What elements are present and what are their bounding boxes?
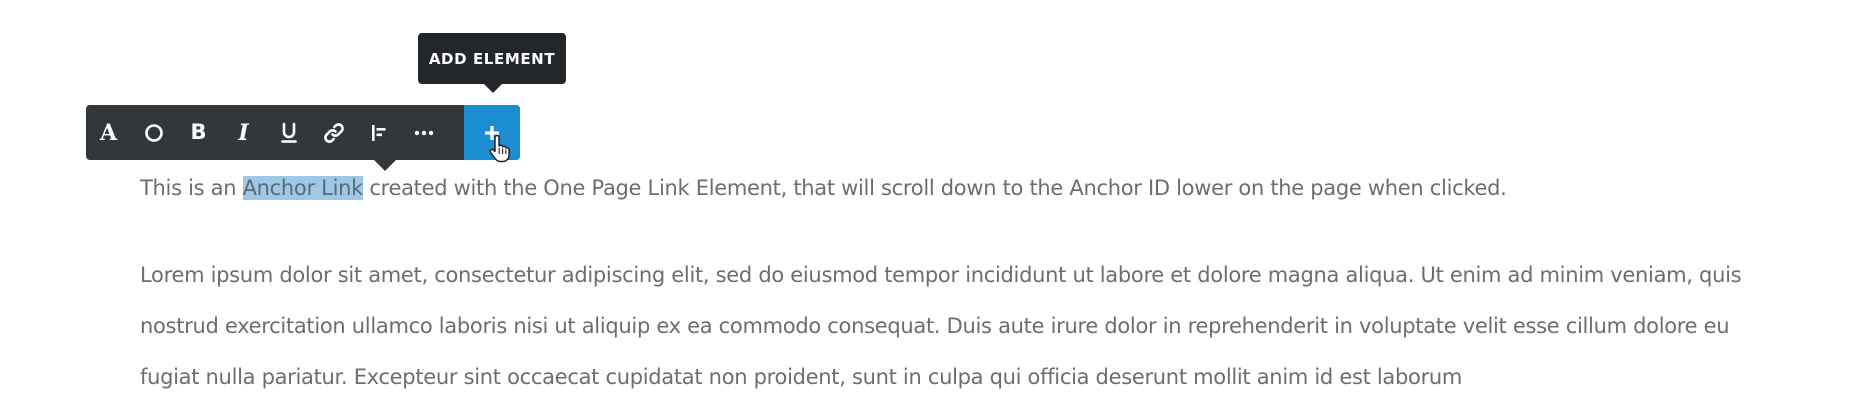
italic-icon: I bbox=[238, 119, 249, 146]
link-icon bbox=[323, 122, 344, 143]
text-color-icon bbox=[144, 123, 163, 142]
paragraph-text-before: This is an bbox=[140, 176, 243, 200]
text-format-toolbar: A B I bbox=[86, 105, 520, 171]
anchor-link-paragraph: This is an Anchor Link created with the … bbox=[140, 172, 1780, 204]
paragraph-text-after: created with the One Page Link Element, … bbox=[363, 176, 1507, 200]
link-button[interactable] bbox=[311, 105, 356, 160]
align-button[interactable] bbox=[356, 105, 401, 160]
underline-button[interactable] bbox=[266, 105, 311, 160]
tooltip-label: ADD ELEMENT bbox=[428, 49, 556, 68]
bold-icon: B bbox=[190, 120, 207, 144]
font-style-icon: A bbox=[99, 119, 118, 146]
align-left-icon bbox=[371, 124, 385, 141]
font-style-button[interactable]: A bbox=[86, 105, 131, 160]
add-element-button[interactable] bbox=[464, 105, 520, 160]
bold-button[interactable]: B bbox=[176, 105, 221, 160]
lorem-ipsum-paragraph: Lorem ipsum dolor sit amet, consectetur … bbox=[140, 263, 1742, 389]
underline-icon bbox=[280, 122, 297, 143]
anchor-link-selected-text[interactable]: Anchor Link bbox=[242, 176, 363, 200]
add-element-tooltip: ADD ELEMENT bbox=[418, 33, 566, 93]
more-options-button[interactable] bbox=[401, 105, 446, 160]
text-color-button[interactable] bbox=[131, 105, 176, 160]
italic-button[interactable]: I bbox=[221, 105, 266, 160]
ellipsis-icon bbox=[414, 130, 433, 135]
plus-icon bbox=[485, 125, 499, 140]
text-content: This is an Anchor Link created with the … bbox=[140, 172, 1780, 403]
